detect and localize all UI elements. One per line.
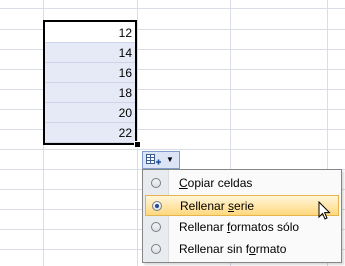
- cell[interactable]: 16: [45, 63, 135, 83]
- radio-button[interactable]: [151, 244, 161, 254]
- menu-item-copy-cells[interactable]: Copiar celdas: [145, 173, 339, 194]
- autofill-options-icon: [146, 153, 161, 164]
- radio-button[interactable]: [151, 222, 161, 232]
- radio-button-selected[interactable]: [152, 201, 162, 211]
- menu-item-fill-series[interactable]: Rellenar serie: [145, 195, 339, 216]
- radio-dot: [155, 204, 159, 208]
- cell[interactable]: 12: [45, 23, 135, 43]
- cell[interactable]: 22: [45, 123, 135, 143]
- autofill-options-button[interactable]: ▼: [142, 151, 180, 169]
- menu-item-fill-formatting-only[interactable]: Rellenar formatos sólo: [145, 217, 339, 238]
- menu-item-label: Rellenar formatos sólo: [179, 220, 300, 234]
- menu-item-label: Copiar celdas: [179, 176, 253, 190]
- row-gridline: [0, 8, 345, 9]
- mouse-pointer-icon: [318, 201, 331, 220]
- autofill-options-menu: Copiar celdas Rellenar serie Rellenar fo…: [142, 169, 342, 263]
- cell[interactable]: 14: [45, 43, 135, 63]
- menu-item-label: Rellenar sin formato: [179, 242, 287, 256]
- column-gridline: [137, 0, 138, 266]
- fill-handle[interactable]: [134, 141, 141, 148]
- chevron-down-icon: ▼: [166, 155, 174, 164]
- row-gridline: [0, 149, 345, 150]
- cell[interactable]: 18: [45, 83, 135, 103]
- menu-item-fill-without-formatting[interactable]: Rellenar sin formato: [145, 239, 339, 260]
- radio-button[interactable]: [151, 178, 161, 188]
- menu-item-label: Rellenar serie: [180, 199, 255, 213]
- cell[interactable]: 20: [45, 103, 135, 123]
- selected-range[interactable]: 12 14 16 18 20 22: [43, 20, 137, 145]
